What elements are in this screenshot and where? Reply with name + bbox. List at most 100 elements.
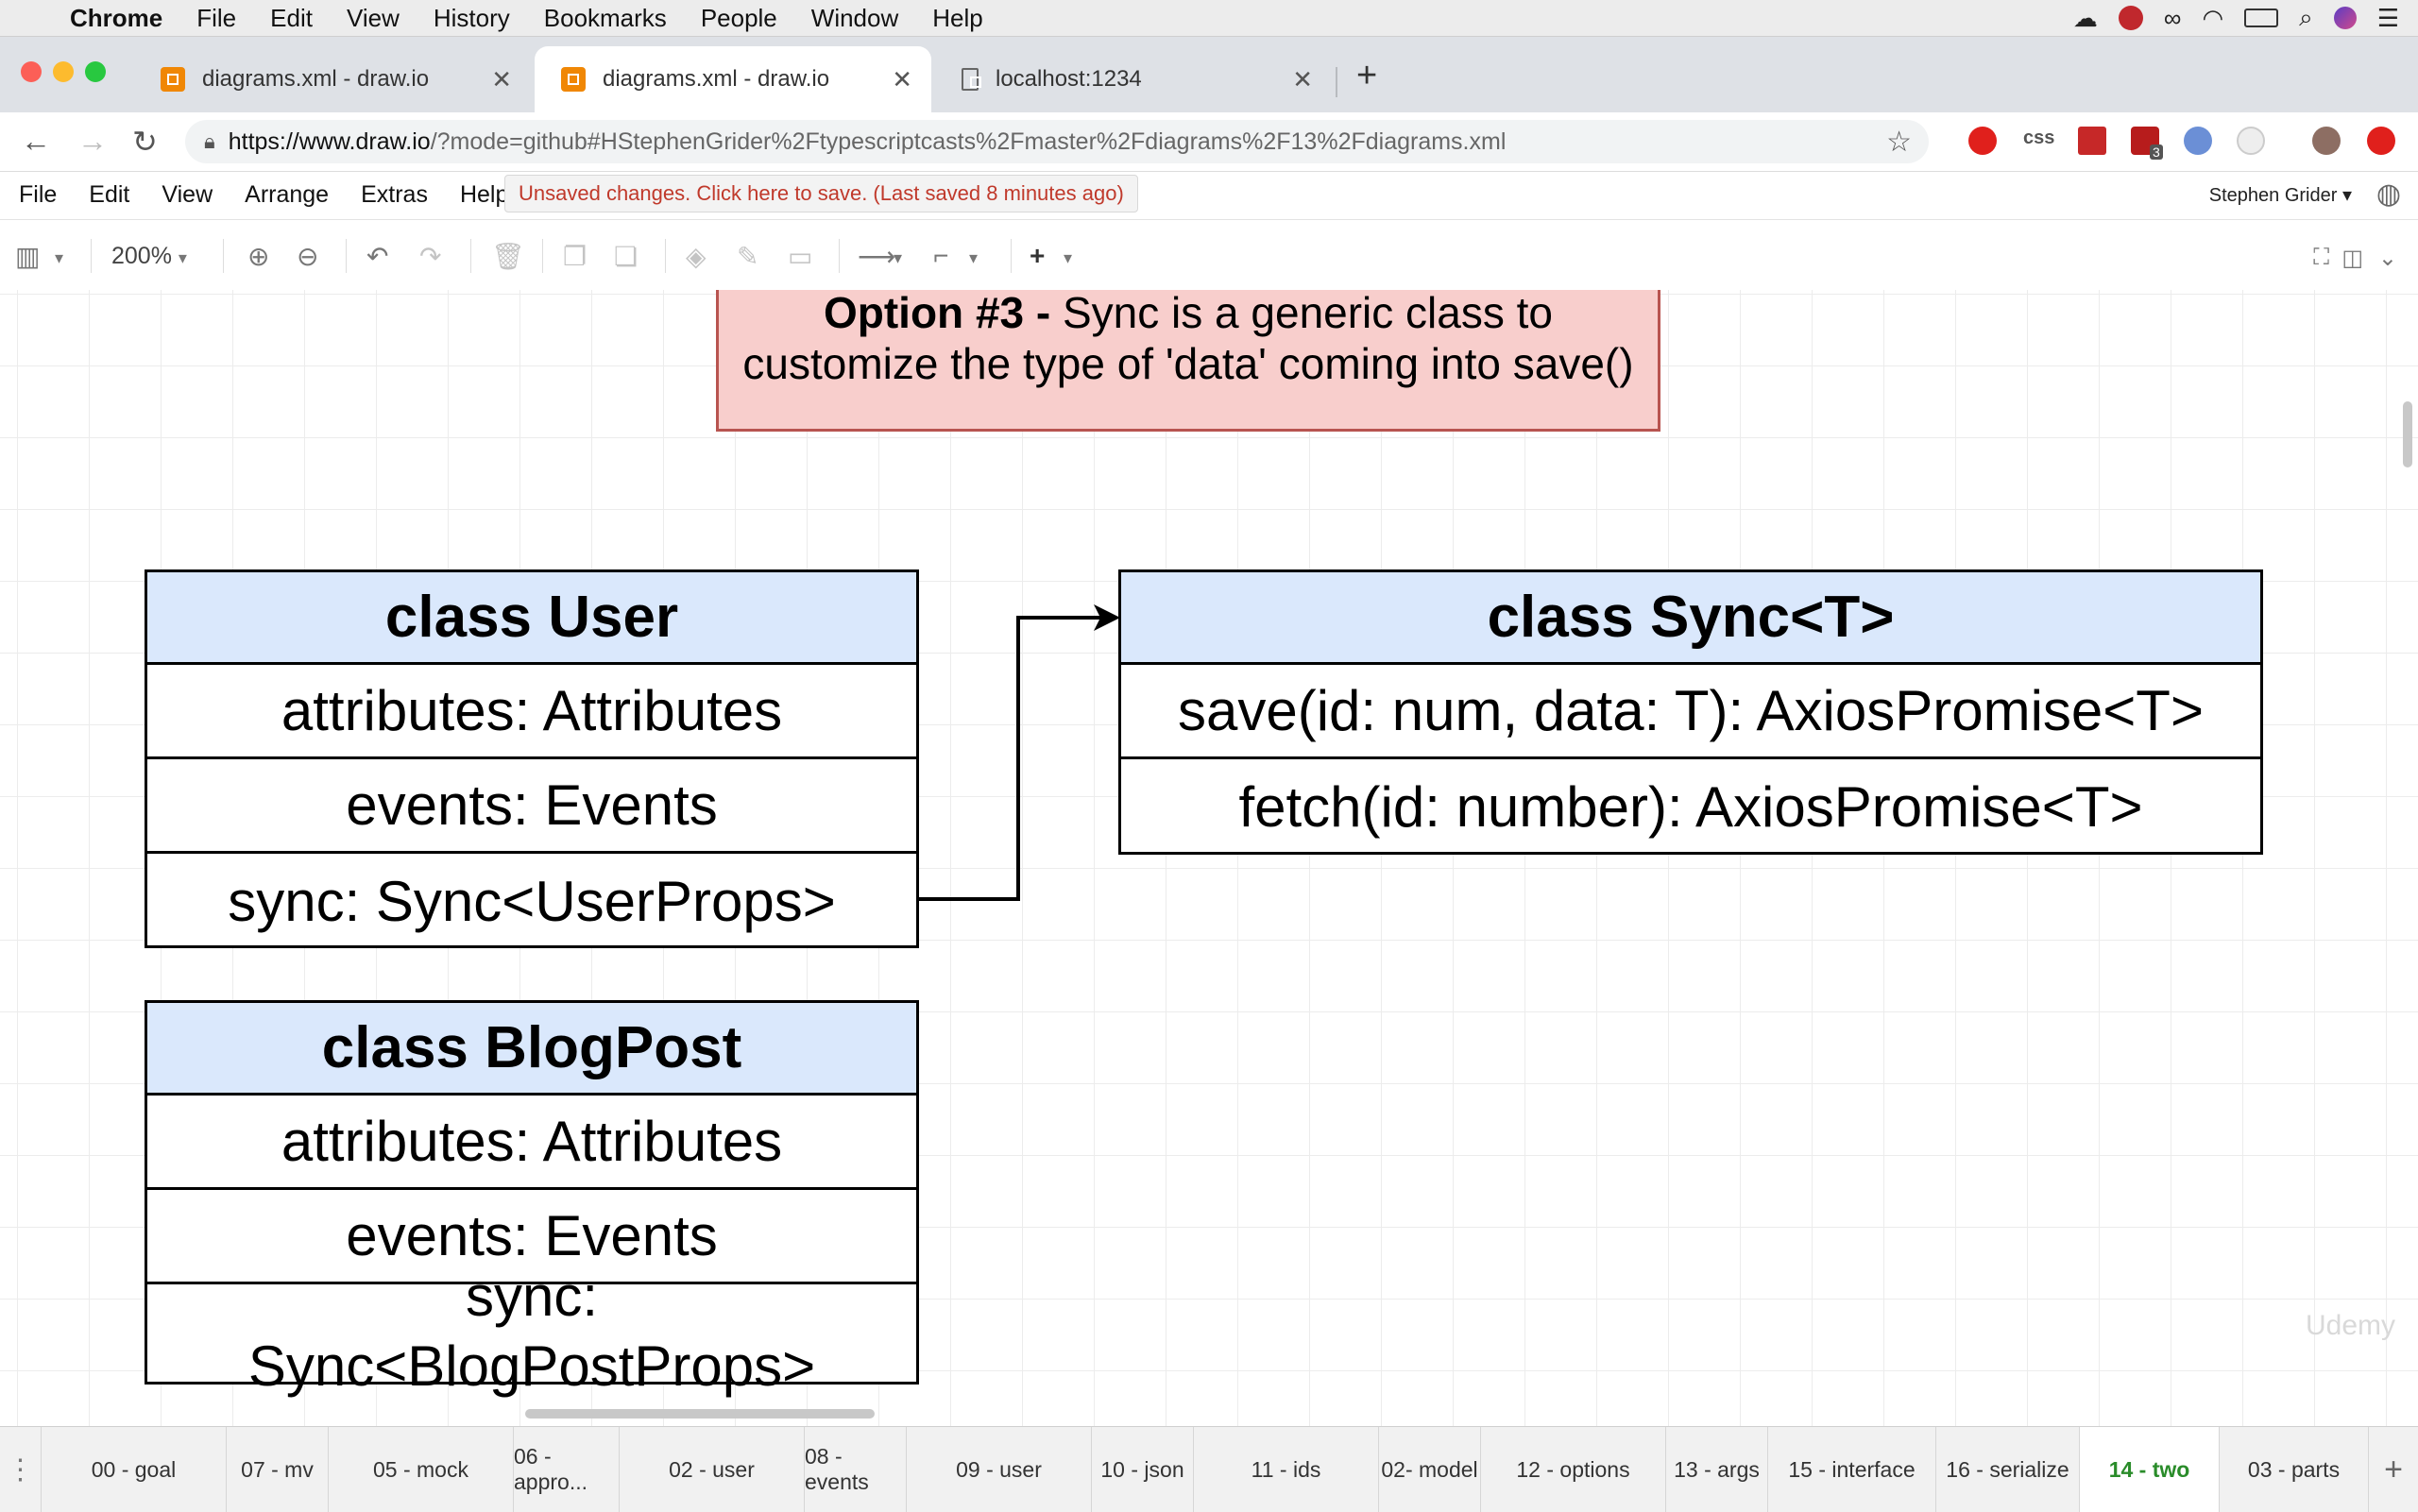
menu-app-name[interactable]: Chrome (70, 4, 162, 33)
extension-shield-icon[interactable] (1968, 127, 1997, 155)
menu-edit[interactable]: Edit (270, 4, 313, 33)
blogpost-sync-line2: Sync<BlogPostProps> (247, 1334, 816, 1398)
menu-people[interactable]: People (701, 4, 777, 33)
vertical-scrollbar[interactable] (2403, 401, 2412, 467)
chevron-down-icon[interactable]: ▾ (969, 248, 978, 268)
page-tab[interactable]: 13 - args (1666, 1427, 1768, 1512)
close-tab-icon[interactable]: ✕ (1292, 65, 1313, 94)
siri-icon[interactable] (2333, 7, 2357, 29)
recording-icon[interactable] (2118, 6, 2143, 30)
collapse-icon[interactable]: ⌄ (2378, 245, 2397, 272)
page-tab[interactable]: 10 - json (1092, 1427, 1194, 1512)
drawio-menu-arrange[interactable]: Arrange (245, 181, 329, 209)
drawio-menu-edit[interactable]: Edit (89, 181, 129, 209)
language-globe-icon[interactable]: ◍ (2376, 178, 2401, 211)
delete-icon[interactable]: 🗑︎ (491, 241, 525, 272)
page-tab[interactable]: 15 - interface (1768, 1427, 1936, 1512)
connection-icon[interactable]: ⟶ (858, 241, 895, 272)
split-view-icon[interactable]: ◫ (2341, 245, 2363, 272)
menu-help[interactable]: Help (932, 4, 982, 33)
chevron-down-icon[interactable]: ▾ (894, 248, 902, 268)
minimize-window-icon[interactable] (53, 61, 74, 82)
browser-tab-1[interactable]: diagrams.xml - draw.io ✕ (134, 46, 531, 112)
wifi-icon[interactable]: ◠ (2202, 4, 2223, 33)
css-extension-icon[interactable]: css (2023, 127, 2054, 149)
page-tab[interactable]: 09 - user (907, 1427, 1092, 1512)
insert-plus-icon[interactable]: + (1030, 241, 1045, 271)
to-back-icon[interactable]: ❏ (614, 241, 638, 272)
drawio-favicon-icon (161, 67, 185, 92)
browser-tab-3[interactable]: localhost:1234 ✕ (935, 46, 1332, 112)
zoom-in-icon[interactable]: ⊕ (247, 241, 269, 272)
page-tab[interactable]: 00 - goal (42, 1427, 227, 1512)
extension-badge: 3 (2150, 144, 2163, 160)
menu-bookmarks[interactable]: Bookmarks (544, 4, 667, 33)
page-favicon-icon (962, 68, 981, 91)
unsaved-changes-banner[interactable]: Unsaved changes. Click here to save. (La… (504, 175, 1138, 212)
page-tab[interactable]: 08 - events (805, 1427, 907, 1512)
drawio-menu-view[interactable]: View (162, 181, 213, 209)
page-tab[interactable]: 12 - options (1481, 1427, 1666, 1512)
extension-blue-icon[interactable] (2184, 127, 2212, 155)
page-tab[interactable]: 11 - ids (1194, 1427, 1379, 1512)
close-window-icon[interactable] (21, 61, 42, 82)
zoom-out-icon[interactable]: ⊖ (297, 241, 318, 272)
battery-icon[interactable] (2244, 8, 2279, 27)
drawio-menu-extras[interactable]: Extras (361, 181, 428, 209)
menu-view[interactable]: View (347, 4, 400, 33)
to-front-icon[interactable]: ❐ (563, 241, 587, 272)
page-tab[interactable]: 03 - parts (2220, 1427, 2369, 1512)
cloud-icon[interactable]: ☁ (2073, 4, 2098, 33)
extension-red-icon[interactable] (2078, 127, 2106, 155)
menu-history[interactable]: History (434, 4, 510, 33)
waypoints-icon[interactable]: ⌐ (933, 241, 948, 271)
user-menu[interactable]: Stephen Grider ▾ (2209, 183, 2352, 207)
page-tab[interactable]: 05 - mock (329, 1427, 514, 1512)
page-tab[interactable]: 06 - appro... (514, 1427, 620, 1512)
new-tab-button[interactable]: + (1356, 56, 1377, 96)
profile-avatar[interactable] (2312, 127, 2341, 155)
zoom-window-icon[interactable] (85, 61, 106, 82)
format-panel-icon[interactable]: ▥ (15, 241, 40, 272)
class-blogpost-box[interactable]: class BlogPost attributes: Attributes ev… (145, 1000, 919, 1398)
zoom-level-select[interactable]: 200% ▾ (111, 243, 187, 270)
bookmark-star-icon[interactable]: ☆ (1886, 126, 1912, 159)
undo-icon[interactable]: ↶ (366, 241, 388, 272)
page-tab[interactable]: 02- model (1379, 1427, 1481, 1512)
pages-menu-icon[interactable]: ⋮ (0, 1427, 42, 1512)
close-tab-icon[interactable]: ✕ (491, 65, 512, 94)
udemy-watermark: Udemy (2305, 1310, 2395, 1341)
fullscreen-icon[interactable]: ⛶ (2313, 245, 2329, 271)
page-tab-selected[interactable]: 14 - two (2080, 1427, 2220, 1512)
add-page-icon[interactable]: + (2369, 1427, 2418, 1512)
drawio-menu-bar: File Edit View Arrange Extras Help Unsav… (0, 172, 2418, 217)
glasses-icon[interactable]: ∞ (2164, 4, 2182, 33)
class-blogpost-row[interactable]: sync: Sync<BlogPostProps> (147, 1265, 916, 1398)
reload-icon[interactable]: ↻ (132, 124, 158, 160)
menu-window[interactable]: Window (811, 4, 898, 33)
menu-file[interactable]: File (196, 4, 236, 33)
class-blogpost-row[interactable]: attributes: Attributes (147, 1096, 916, 1190)
drawio-menu-file[interactable]: File (19, 181, 57, 209)
chevron-down-icon[interactable]: ▾ (55, 248, 63, 268)
forward-icon[interactable]: → (77, 124, 108, 159)
page-tab[interactable]: 07 - mv (227, 1427, 329, 1512)
diagram-canvas[interactable]: Option #3 - Sync is a generic class to c… (0, 290, 2418, 1426)
close-tab-icon[interactable]: ✕ (892, 65, 912, 94)
redo-icon[interactable]: ↷ (419, 241, 441, 272)
horizontal-scrollbar[interactable] (525, 1409, 875, 1419)
drawio-menu-help[interactable]: Help (460, 181, 508, 209)
line-color-icon[interactable]: ✎ (737, 241, 758, 272)
list-icon[interactable]: ☰ (2377, 4, 2399, 33)
shadow-icon[interactable]: ▭ (788, 241, 812, 272)
fill-color-icon[interactable]: ◈ (686, 241, 707, 272)
extension-gray-icon[interactable] (2237, 127, 2265, 155)
page-tab[interactable]: 02 - user (620, 1427, 805, 1512)
extension-update-icon[interactable] (2367, 127, 2395, 155)
back-icon[interactable]: ← (21, 124, 51, 159)
chevron-down-icon[interactable]: ▾ (1064, 248, 1072, 268)
page-tab[interactable]: 16 - serialize (1936, 1427, 2080, 1512)
address-bar[interactable]: 🔒︎ https://www.draw.io/?mode=github#HSte… (185, 120, 1929, 163)
search-icon[interactable]: ⌕ (2299, 3, 2313, 33)
browser-tab-2[interactable]: diagrams.xml - draw.io ✕ (535, 46, 931, 112)
